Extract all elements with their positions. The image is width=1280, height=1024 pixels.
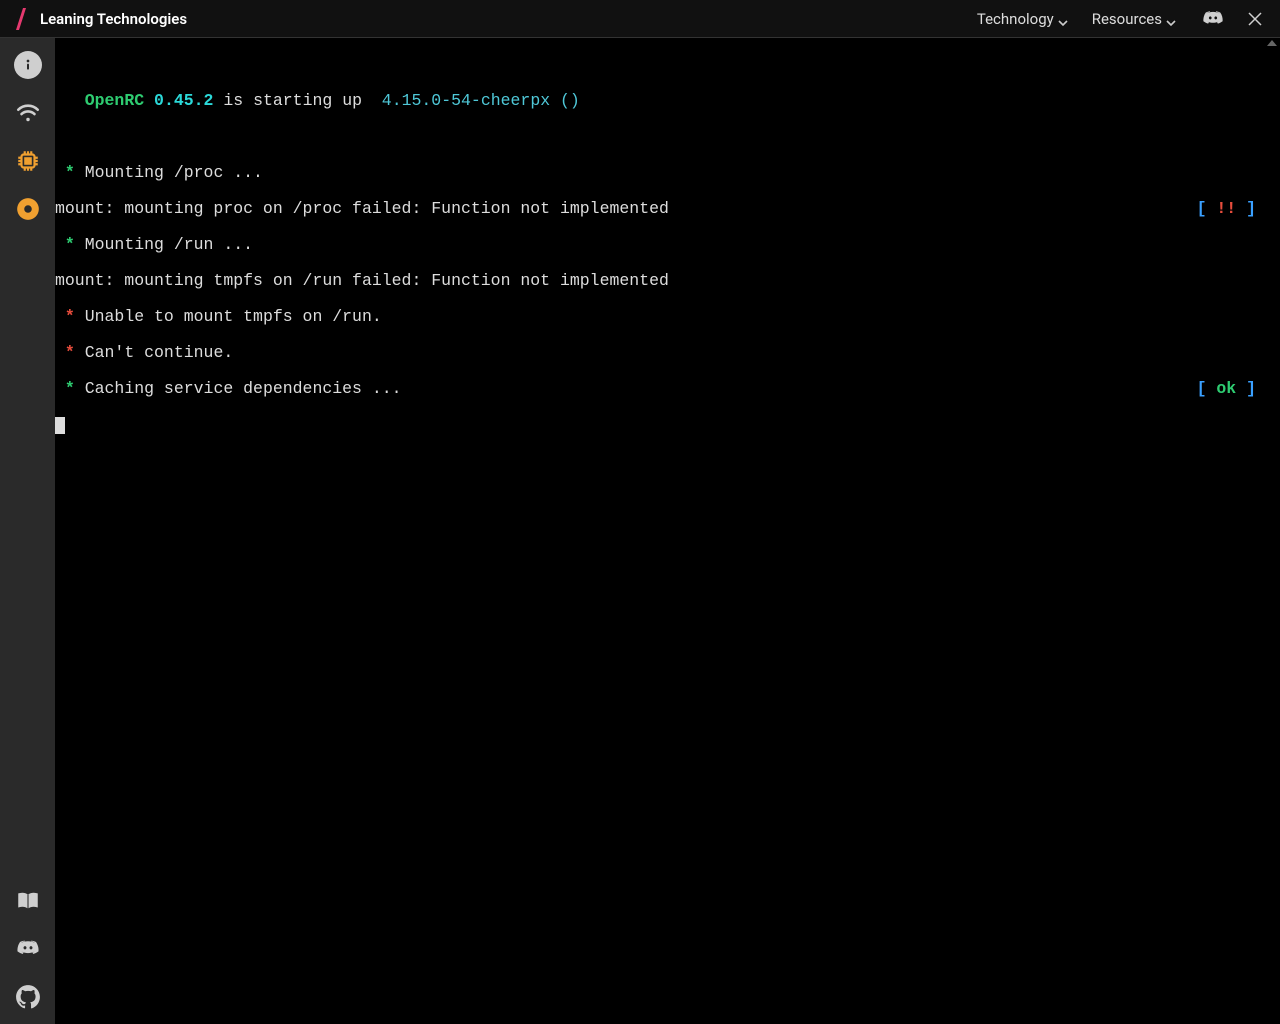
- openrc-label: OpenRC: [85, 91, 144, 110]
- status-fail: !!: [1216, 199, 1236, 218]
- scroll-up-indicator: [1267, 40, 1277, 46]
- terminal-line: * Caching service dependencies ...[ ok ]: [55, 380, 1280, 398]
- openrc-kernel: 4.15.0-54-cheerpx (): [382, 91, 580, 110]
- status-ok: ok: [1216, 379, 1236, 398]
- openrc-version: 0.45.2: [154, 91, 213, 110]
- wifi-icon[interactable]: [13, 98, 43, 128]
- nav-technology-label: Technology: [977, 10, 1054, 28]
- terminal-line: * Mounting /run ...: [55, 236, 1280, 254]
- main-area: OpenRC 0.45.2 is starting up 4.15.0-54-c…: [0, 38, 1280, 1024]
- brand-title: Leaning Technologies: [40, 10, 187, 28]
- terminal-line: mount: mounting proc on /proc failed: Fu…: [55, 200, 1280, 218]
- terminal-line: mount: mounting tmpfs on /run failed: Fu…: [55, 272, 1280, 290]
- topbar: Leaning Technologies Technology Resource…: [0, 0, 1280, 38]
- book-icon[interactable]: [13, 886, 43, 916]
- brand-logo: [14, 8, 28, 30]
- discord-icon[interactable]: [13, 934, 43, 964]
- info-icon[interactable]: [13, 50, 43, 80]
- terminal-line: [55, 416, 1280, 434]
- chevron-down-icon: [1058, 14, 1068, 24]
- disc-icon[interactable]: [13, 194, 43, 224]
- cpu-icon[interactable]: [13, 146, 43, 176]
- nav-resources-label: Resources: [1092, 10, 1162, 28]
- terminal-line: * Unable to mount tmpfs on /run.: [55, 308, 1280, 326]
- nav-resources[interactable]: Resources: [1086, 6, 1182, 32]
- terminal-line: OpenRC 0.45.2 is starting up 4.15.0-54-c…: [55, 92, 1280, 110]
- nav-technology[interactable]: Technology: [971, 6, 1074, 32]
- terminal-output: OpenRC 0.45.2 is starting up 4.15.0-54-c…: [55, 38, 1280, 470]
- terminal-line: * Can't continue.: [55, 344, 1280, 362]
- terminal-cursor: [55, 417, 65, 434]
- sidebar: [0, 38, 55, 1024]
- x-icon[interactable]: [1244, 8, 1266, 30]
- terminal-area[interactable]: OpenRC 0.45.2 is starting up 4.15.0-54-c…: [55, 38, 1280, 1024]
- github-icon[interactable]: [13, 982, 43, 1012]
- discord-icon[interactable]: [1202, 8, 1224, 30]
- terminal-line: [55, 128, 1280, 146]
- terminal-line: * Mounting /proc ...: [55, 164, 1280, 182]
- chevron-down-icon: [1166, 14, 1176, 24]
- terminal-line: [55, 56, 1280, 74]
